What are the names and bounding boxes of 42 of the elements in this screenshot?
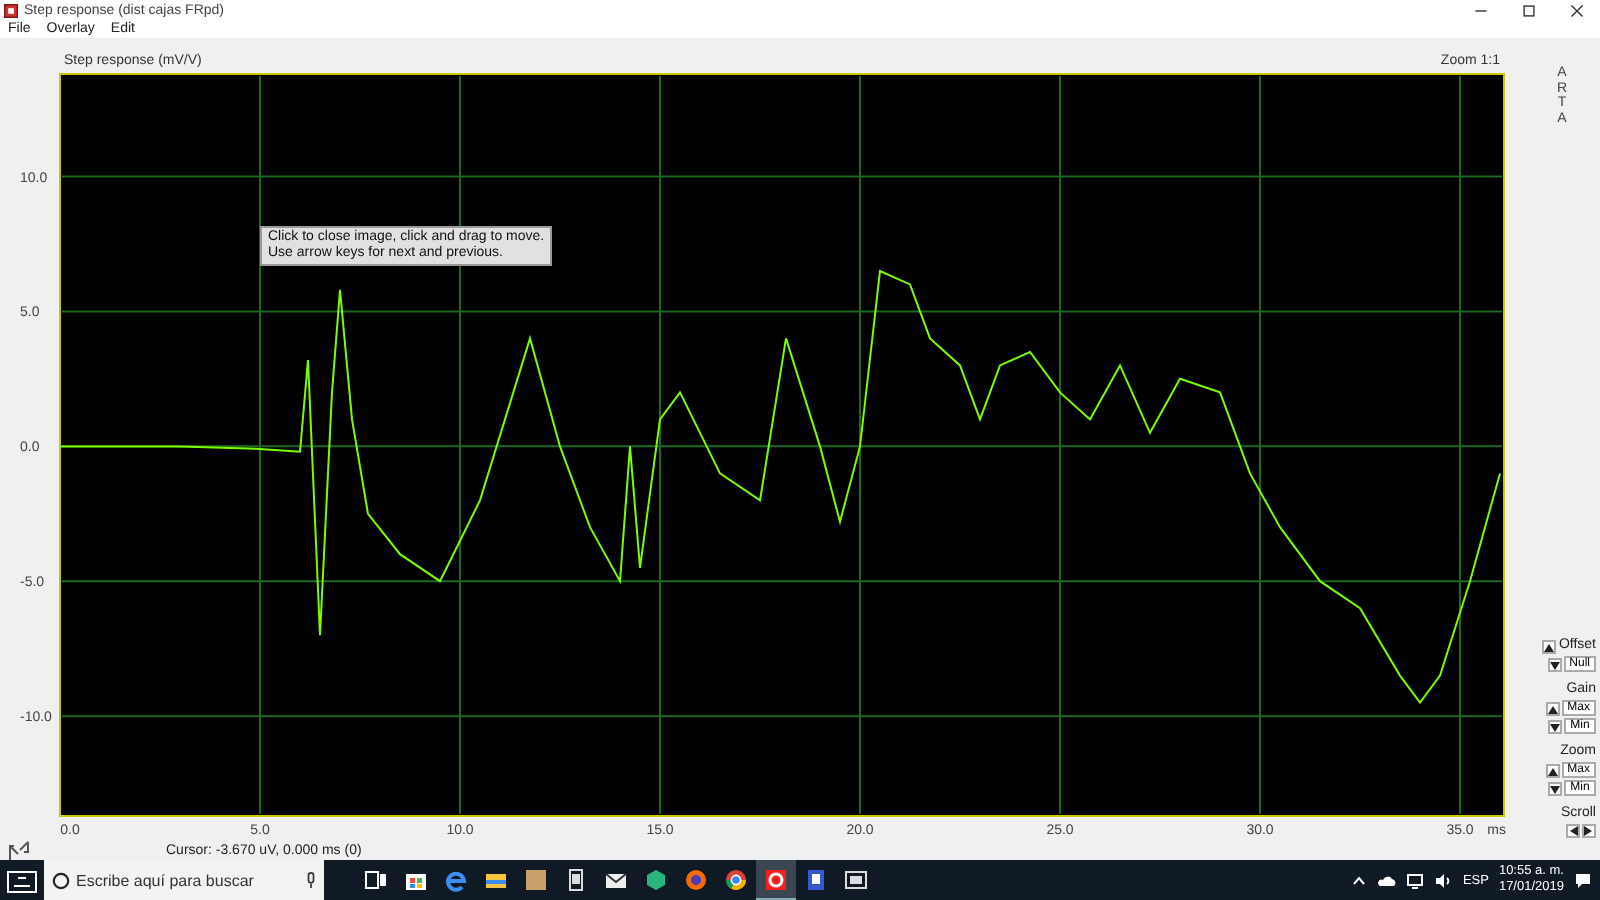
box-icon bbox=[524, 868, 548, 892]
search-circle-icon bbox=[52, 871, 70, 889]
decrease-button[interactable] bbox=[1548, 781, 1562, 795]
mail-icon bbox=[604, 868, 628, 892]
app-icon bbox=[764, 867, 788, 891]
browser-icon bbox=[444, 868, 468, 892]
scroll-right-button[interactable] bbox=[1582, 824, 1596, 838]
chevron-up-icon bbox=[1350, 871, 1369, 889]
left-triangle-icon bbox=[1568, 826, 1578, 836]
notification-icon bbox=[1574, 871, 1592, 889]
up-triangle-icon bbox=[1547, 703, 1558, 713]
volume-icon bbox=[1434, 871, 1453, 889]
task-view-icon bbox=[364, 868, 388, 892]
increase-button[interactable] bbox=[1545, 701, 1560, 715]
down-triangle-icon bbox=[1549, 659, 1560, 669]
network-icon bbox=[1406, 871, 1425, 889]
search-bar[interactable]: Escribe aquí para buscar bbox=[44, 860, 324, 900]
down-triangle-icon bbox=[1550, 783, 1560, 793]
decrease-button[interactable] bbox=[1547, 657, 1562, 671]
phone-icon bbox=[564, 868, 588, 892]
window-icon bbox=[844, 868, 868, 892]
maximize-icon bbox=[1521, 3, 1535, 17]
up-triangle-icon bbox=[1544, 641, 1555, 651]
increase-button[interactable] bbox=[1542, 639, 1557, 653]
right-triangle-icon bbox=[1584, 826, 1594, 836]
cloud-icon bbox=[1378, 871, 1397, 889]
scroll-left-button[interactable] bbox=[1566, 824, 1580, 838]
document-icon bbox=[804, 868, 828, 892]
decrease-button[interactable] bbox=[1548, 719, 1562, 733]
globe-icon bbox=[724, 868, 748, 892]
globe-icon bbox=[684, 868, 708, 892]
taskbar-app[interactable] bbox=[756, 860, 796, 900]
close-icon bbox=[1569, 3, 1583, 17]
arrows-icon bbox=[8, 840, 30, 862]
microphone-icon bbox=[306, 871, 316, 889]
hexagon-icon bbox=[644, 868, 668, 892]
up-triangle-icon bbox=[1547, 765, 1558, 775]
increase-button[interactable] bbox=[1545, 763, 1560, 777]
search-field[interactable]: Escribe aquí para buscar bbox=[76, 871, 300, 889]
store-icon bbox=[404, 868, 428, 892]
down-triangle-icon bbox=[1550, 721, 1560, 731]
folder-icon bbox=[484, 868, 508, 892]
